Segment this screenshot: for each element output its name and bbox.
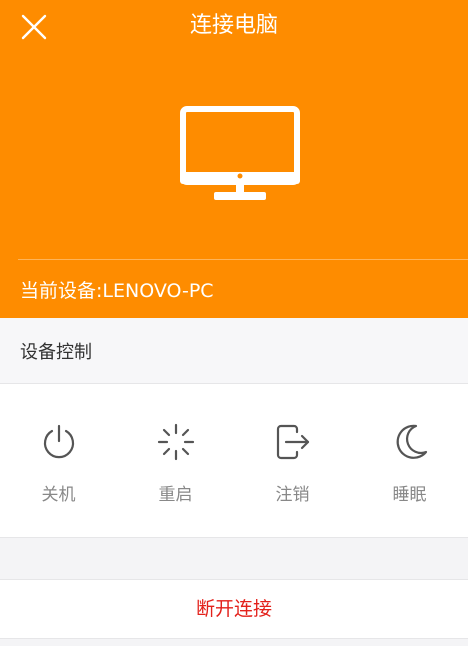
device-controls: 关机 重启 注销 睡眠 bbox=[0, 384, 468, 538]
sleep-button[interactable]: 睡眠 bbox=[351, 384, 468, 537]
sleep-label: 睡眠 bbox=[392, 485, 427, 505]
logout-label: 注销 bbox=[275, 485, 310, 505]
logout-button[interactable]: 注销 bbox=[234, 384, 351, 537]
logout-icon bbox=[276, 424, 309, 460]
current-device-label: 当前设备:LENOVO-PC bbox=[20, 280, 214, 302]
restart-label: 重启 bbox=[158, 485, 193, 505]
section-title: 设备控制 bbox=[20, 342, 92, 363]
power-icon bbox=[43, 424, 74, 459]
page-title: 连接电脑 bbox=[189, 13, 278, 38]
monitor-icon bbox=[180, 106, 300, 200]
restart-button[interactable]: 重启 bbox=[117, 384, 234, 537]
shutdown-label: 关机 bbox=[41, 485, 76, 505]
restart-icon bbox=[157, 423, 194, 461]
disconnect-button[interactable]: 断开连接 bbox=[0, 579, 468, 639]
sleep-icon bbox=[396, 424, 427, 459]
header: 连接电脑 当前设备:LENOVO-PC bbox=[0, 0, 468, 318]
shutdown-button[interactable]: 关机 bbox=[0, 384, 117, 537]
device-control-section-header: 设备控制 bbox=[0, 318, 468, 384]
header-divider bbox=[18, 259, 468, 260]
